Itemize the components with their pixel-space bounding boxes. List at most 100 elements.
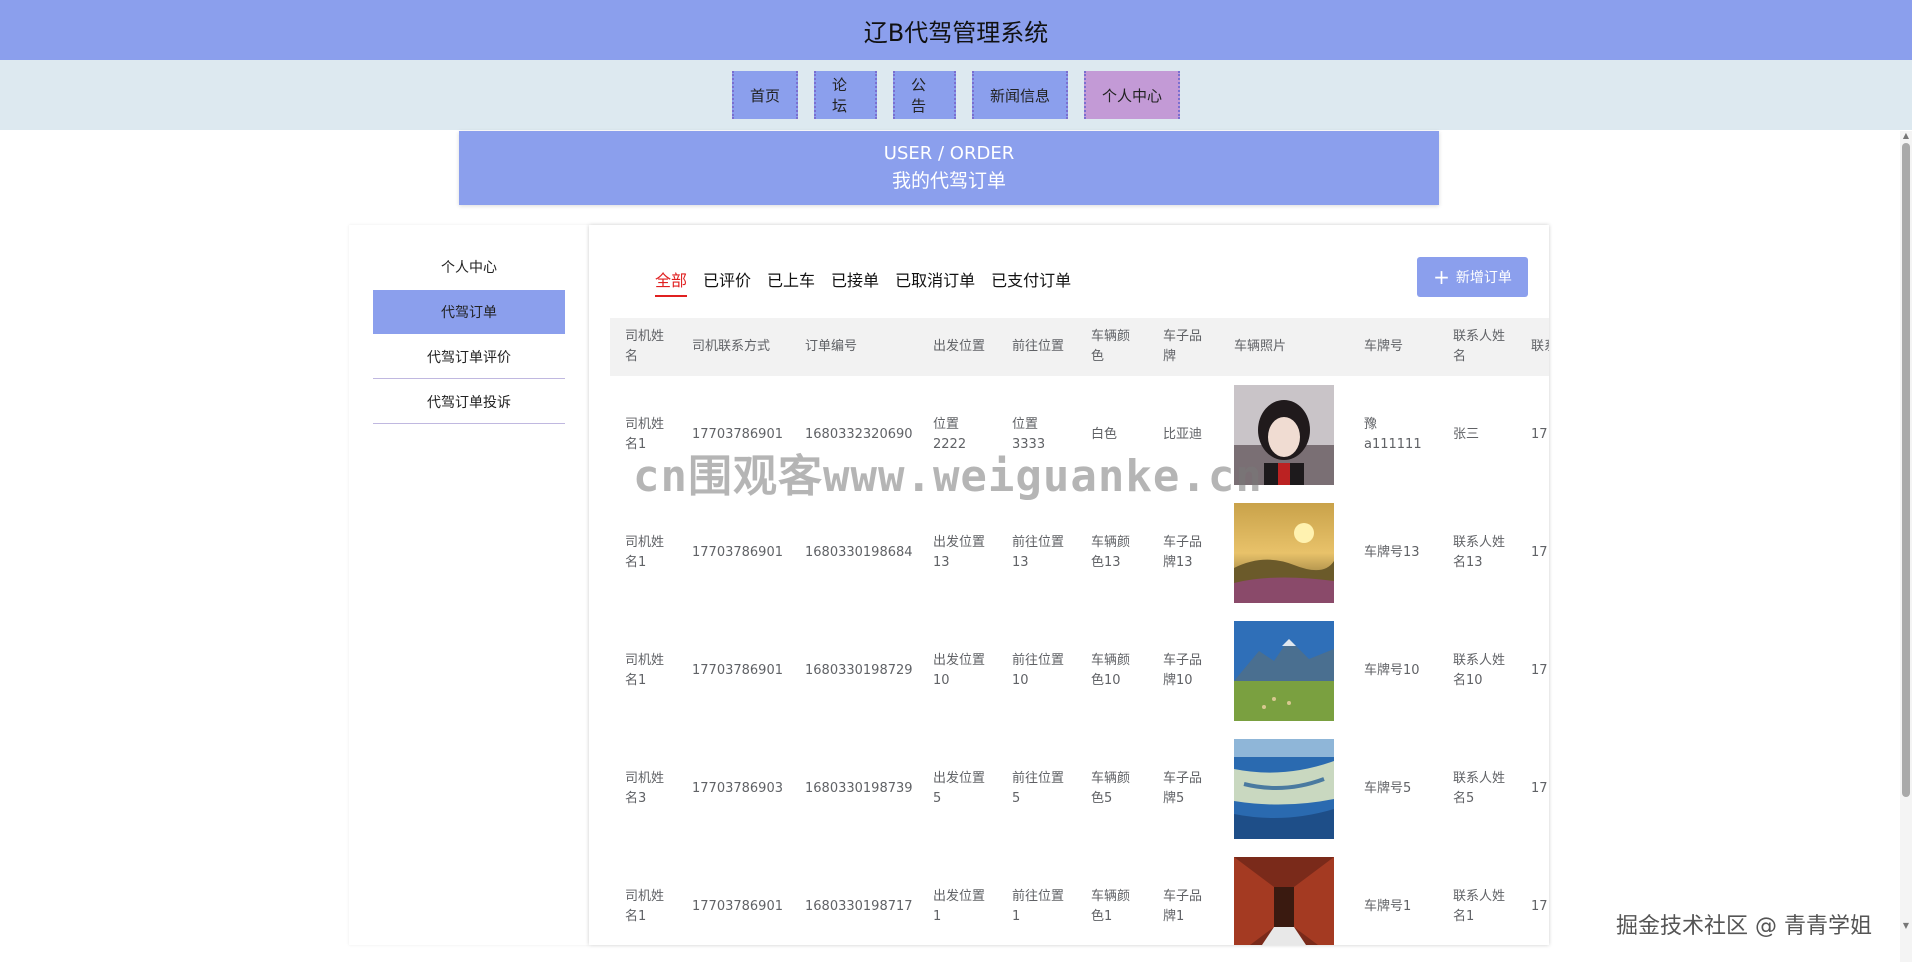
- table-row[interactable]: 司机姓名1 17703786901 1680330198717 出发位置1 前往位置1 车…: [610, 848, 1549, 945]
- car-photo-image: [1234, 739, 1343, 839]
- cell-contact-more: 17: [1531, 899, 1548, 914]
- cell-to: 前往位置13: [1012, 535, 1065, 570]
- cell-plate: 车牌号10: [1364, 663, 1420, 678]
- col-driver-phone: 司机联系方式: [692, 339, 771, 354]
- nav-news[interactable]: 新闻信息: [972, 71, 1068, 119]
- col-contact-name: 联系人姓名: [1453, 329, 1506, 364]
- cell-driver-phone: 17703786901: [692, 663, 783, 678]
- cell-contact-name: 联系人姓名13: [1453, 535, 1506, 570]
- cell-contact-more: 17: [1531, 427, 1548, 442]
- banner-english-title: USER / ORDER: [883, 143, 1015, 164]
- sidebar: 个人中心 代驾订单 代驾订单评价 代驾订单投诉: [349, 225, 589, 945]
- watermark-text: cn围观客www.weiguanke.cn: [633, 451, 1263, 502]
- nav-user-center[interactable]: 个人中心: [1084, 71, 1180, 119]
- cell-driver-name: 司机姓名1: [625, 535, 665, 570]
- col-from: 出发位置: [933, 339, 986, 354]
- app-title: 辽B代驾管理系统: [863, 18, 1049, 47]
- cell-contact-name: 张三: [1453, 427, 1480, 442]
- nav-notice[interactable]: 公告: [893, 71, 956, 119]
- car-photo-image: [1234, 621, 1343, 721]
- cell-order-number: 1680330198729: [805, 663, 913, 678]
- col-to: 前往位置: [1012, 339, 1065, 354]
- col-car-brand: 车子品牌: [1163, 329, 1203, 364]
- cell-to: 前往位置5: [1012, 771, 1065, 806]
- cell-car-photo: [1219, 848, 1349, 945]
- sidebar-item-order-complaints[interactable]: 代驾订单投诉: [373, 380, 565, 424]
- cell-contact-name: 联系人姓名5: [1453, 771, 1506, 806]
- col-car-photo: 车辆照片: [1234, 339, 1287, 354]
- cell-car-brand: 车子品牌1: [1163, 889, 1203, 924]
- sidebar-item-user-center[interactable]: 个人中心: [373, 245, 565, 289]
- cell-contact-more: 17: [1531, 663, 1548, 678]
- tab-all[interactable]: 全部: [655, 267, 688, 297]
- col-driver-name: 司机姓名: [625, 329, 665, 364]
- scroll-down-icon[interactable]: ▼: [1902, 922, 1910, 930]
- cell-order-number: 1680330198684: [805, 545, 913, 560]
- add-order-button[interactable]: + 新增订单: [1417, 257, 1528, 297]
- cell-from: 出发位置5: [933, 771, 986, 806]
- app-header: 辽B代驾管理系统: [0, 0, 1912, 60]
- table-row[interactable]: 司机姓名3 17703786903 1680330198739 出发位置5 前往位置5 车…: [610, 730, 1549, 848]
- cell-contact-name: 联系人姓名10: [1453, 653, 1506, 688]
- plus-icon: +: [1433, 265, 1450, 289]
- car-photo-image: [1234, 503, 1343, 603]
- car-photo-image: [1234, 857, 1343, 945]
- banner-title: 我的代驾订单: [891, 170, 1006, 192]
- cell-to: 前往位置10: [1012, 653, 1065, 688]
- cell-driver-phone: 17703786901: [692, 545, 783, 560]
- cell-contact-name: 联系人姓名1: [1453, 889, 1506, 924]
- cell-car-brand: 车子品牌5: [1163, 771, 1203, 806]
- credit-text: 掘金技术社区 @ 青青学姐: [1616, 914, 1872, 939]
- cell-from: 出发位置10: [933, 653, 986, 688]
- status-tabs: 全部 已评价 已上车 已接单 已取消订单 已支付订单: [655, 267, 1071, 297]
- cell-car-brand: 车子品牌10: [1163, 653, 1203, 688]
- col-contact-more: 联系: [1531, 339, 1549, 354]
- cell-car-color: 车辆颜色13: [1091, 535, 1131, 570]
- cell-to: 前往位置1: [1012, 889, 1065, 924]
- cell-plate: 车牌号5: [1364, 781, 1412, 796]
- cell-plate: 豫a111111: [1364, 417, 1422, 452]
- cell-car-color: 车辆颜色1: [1091, 889, 1131, 924]
- tab-paid[interactable]: 已支付订单: [991, 267, 1071, 297]
- cell-order-number: 1680330198739: [805, 781, 913, 796]
- nav-home[interactable]: 首页: [732, 71, 798, 119]
- table-header-row: 司机姓名 司机联系方式 订单编号 出发位置 前往位置 车辆颜色 车子品牌 车辆照…: [610, 318, 1549, 376]
- table-row[interactable]: 司机姓名1 17703786901 1680330198684 出发位置13 前往位置1…: [610, 494, 1549, 612]
- page-banner: USER / ORDER 我的代驾订单: [459, 131, 1439, 205]
- tab-accepted[interactable]: 已接单: [831, 267, 879, 297]
- cell-driver-phone: 17703786903: [692, 781, 783, 796]
- add-order-label: 新增订单: [1455, 270, 1512, 286]
- tab-boarded[interactable]: 已上车: [767, 267, 815, 297]
- order-panel: 全部 已评价 已上车 已接单 已取消订单 已支付订单 + 新增订单 司机姓名 司…: [589, 225, 1549, 945]
- sidebar-item-orders[interactable]: 代驾订单: [373, 290, 565, 334]
- cell-from: 出发位置13: [933, 535, 986, 570]
- scrollbar-thumb[interactable]: [1902, 143, 1910, 797]
- cell-car-photo: [1219, 494, 1349, 612]
- cell-from: 出发位置1: [933, 889, 986, 924]
- tab-cancelled[interactable]: 已取消订单: [895, 267, 975, 297]
- cell-contact-more: 17: [1531, 545, 1548, 560]
- table-row[interactable]: 司机姓名1 17703786901 1680330198729 出发位置10 前往位置1…: [610, 612, 1549, 730]
- tab-reviewed[interactable]: 已评价: [703, 267, 751, 297]
- cell-driver-name: 司机姓名1: [625, 653, 665, 688]
- cell-car-photo: [1219, 612, 1349, 730]
- sidebar-item-order-reviews[interactable]: 代驾订单评价: [373, 335, 565, 379]
- scroll-up-icon[interactable]: ▲: [1902, 132, 1910, 140]
- col-car-color: 车辆颜色: [1091, 329, 1131, 364]
- top-nav: 首页 论坛 公告 新闻信息 个人中心: [0, 60, 1912, 130]
- orders-table: 司机姓名 司机联系方式 订单编号 出发位置 前往位置 车辆颜色 车子品牌 车辆照…: [610, 318, 1549, 945]
- cell-order-number: 1680330198717: [805, 899, 913, 914]
- cell-contact-more: 17: [1531, 781, 1548, 796]
- cell-driver-name: 司机姓名3: [625, 771, 665, 806]
- col-order-number: 订单编号: [805, 339, 858, 354]
- cell-driver-name: 司机姓名1: [625, 889, 665, 924]
- cell-driver-phone: 17703786901: [692, 899, 783, 914]
- nav-forum[interactable]: 论坛: [814, 71, 877, 119]
- cell-car-color: 车辆颜色5: [1091, 771, 1131, 806]
- cell-plate: 车牌号1: [1364, 899, 1412, 914]
- cell-car-brand: 车子品牌13: [1163, 535, 1203, 570]
- orders-table-container[interactable]: 司机姓名 司机联系方式 订单编号 出发位置 前往位置 车辆颜色 车子品牌 车辆照…: [610, 318, 1549, 945]
- cell-car-color: 车辆颜色10: [1091, 653, 1131, 688]
- cell-plate: 车牌号13: [1364, 545, 1420, 560]
- col-plate: 车牌号: [1364, 339, 1404, 354]
